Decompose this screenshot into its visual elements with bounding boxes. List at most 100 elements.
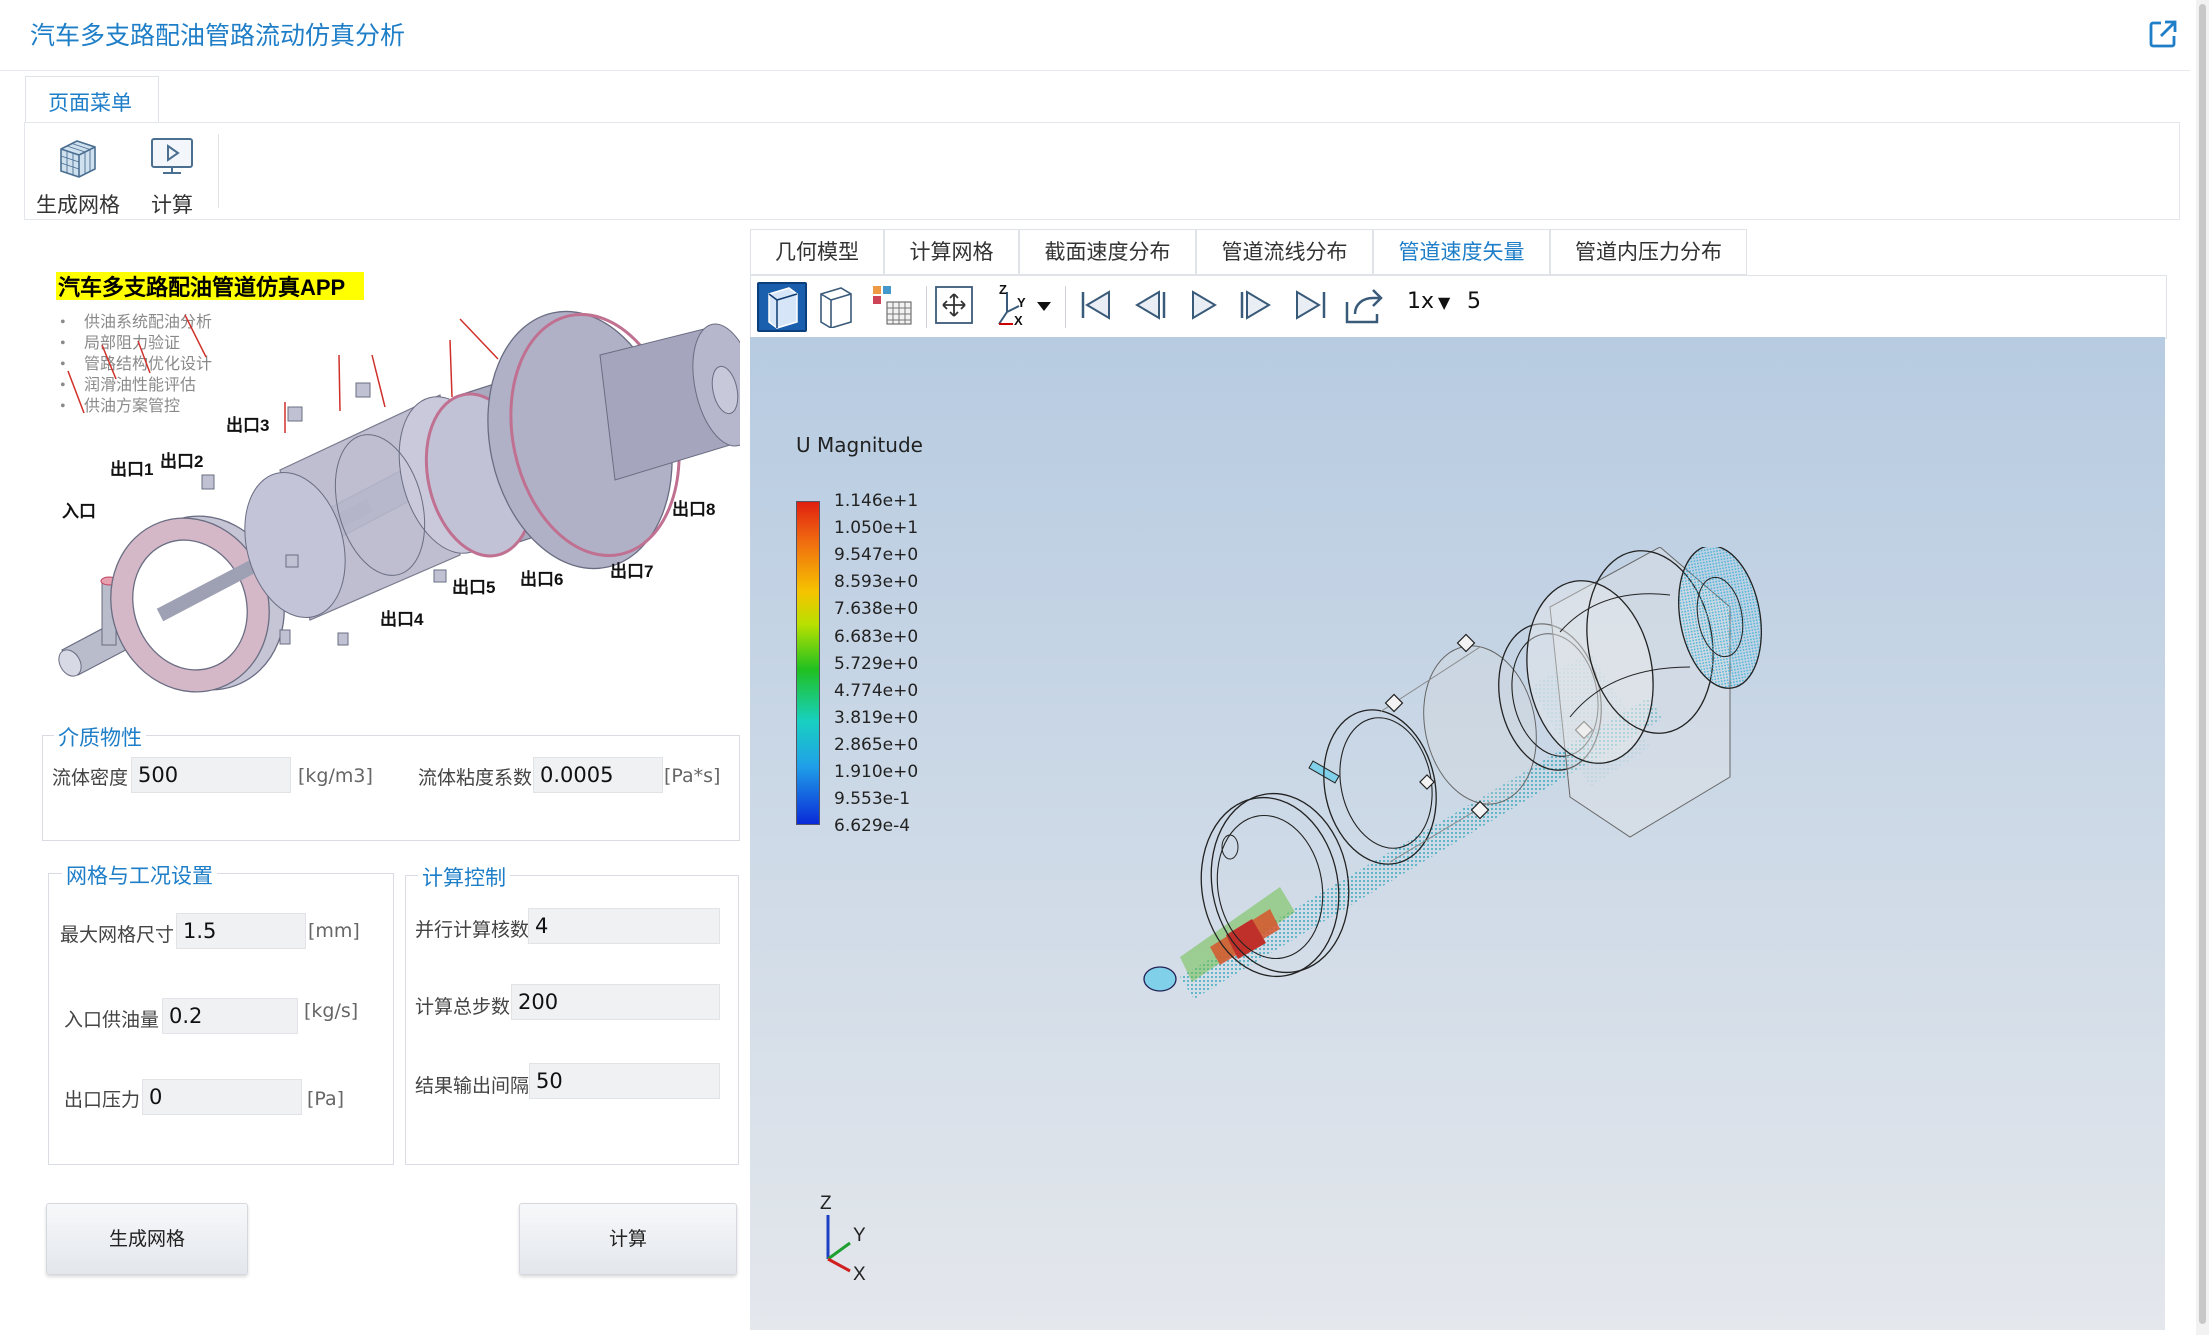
- play-icon: [1192, 290, 1217, 320]
- generate-mesh-button[interactable]: 生成网格: [46, 1203, 248, 1275]
- last-frame-button[interactable]: [1287, 282, 1337, 332]
- label-outlet-8: 出口8: [672, 499, 715, 519]
- compute-button[interactable]: 计算: [519, 1203, 737, 1275]
- svg-text:X: X: [1014, 313, 1023, 328]
- legend-label: 9.547e+0: [834, 545, 919, 566]
- axis-triad-icon: Z Y X: [998, 282, 1051, 328]
- ribbon-compute-button[interactable]: 计算: [127, 131, 217, 217]
- tab-mesh[interactable]: 计算网格: [884, 229, 1019, 275]
- svg-text:•: •: [60, 314, 66, 331]
- label-outlet-7: 出口7: [610, 561, 653, 581]
- svg-text:•: •: [60, 377, 66, 394]
- outlet-pressure-label: 出口压力: [64, 1089, 141, 1111]
- first-frame-button[interactable]: [1073, 282, 1123, 332]
- max-mesh-unit: [mm]: [308, 920, 360, 942]
- viscosity-label: 流体粘度系数: [418, 767, 533, 789]
- svg-text:•: •: [60, 398, 66, 415]
- tab-pressure[interactable]: 管道内压力分布: [1550, 229, 1747, 275]
- mesh-grid-icon: [873, 286, 912, 325]
- axis-orientation-dropdown[interactable]: Z Y X: [987, 282, 1061, 332]
- svg-text:X: X: [853, 1264, 866, 1285]
- mesh-settings-title: 网格与工况设置: [62, 860, 217, 890]
- share-export-icon: [1345, 289, 1383, 324]
- inlet-flow-label: 入口供油量: [64, 1009, 160, 1031]
- compute-monitor-icon: [151, 138, 193, 174]
- outlet-pressure-input[interactable]: 0: [142, 1079, 302, 1115]
- intro-bullet: 管路结构优化设计: [84, 355, 212, 373]
- tab-streamlines[interactable]: 管道流线分布: [1196, 229, 1373, 275]
- open-external-icon[interactable]: [2147, 18, 2179, 50]
- mesh-view-button[interactable]: [869, 282, 919, 332]
- svg-text:Z: Z: [999, 282, 1007, 297]
- tab-page-menu[interactable]: 页面菜单: [25, 76, 159, 123]
- skip-last-icon: [1296, 290, 1326, 320]
- svg-text:Z: Z: [820, 1193, 832, 1214]
- svg-text:Y: Y: [853, 1225, 866, 1246]
- outlet-pressure-unit: [Pa]: [307, 1088, 345, 1110]
- chevron-down-icon: ▼: [1438, 293, 1451, 312]
- max-mesh-label: 最大网格尺寸: [60, 924, 175, 946]
- cores-label: 并行计算核数: [415, 919, 530, 941]
- fit-to-screen-icon: [935, 286, 973, 324]
- intro-bullet: 润滑油性能评估: [84, 376, 196, 394]
- svg-text:•: •: [60, 356, 66, 373]
- cores-input[interactable]: 4: [528, 908, 720, 944]
- color-legend-bar: [796, 501, 820, 825]
- intro-bullet: 供油系统配油分析: [84, 313, 212, 331]
- output-interval-input[interactable]: 50: [529, 1063, 720, 1099]
- page-scrollbar[interactable]: [2196, 0, 2209, 1335]
- play-button[interactable]: [1179, 282, 1229, 332]
- surface-cube-icon: [768, 287, 798, 329]
- playback-speed-dropdown[interactable]: 1x ▼: [1407, 289, 1450, 314]
- fit-view-button[interactable]: [931, 282, 981, 332]
- tab-geometry[interactable]: 几何模型: [750, 229, 884, 275]
- density-input[interactable]: 500: [131, 757, 291, 793]
- legend-label: 1.146e+1: [834, 491, 919, 511]
- surface-view-button[interactable]: [757, 282, 807, 332]
- intro-title: 汽车多支路配油管道仿真APP: [58, 275, 345, 300]
- velocity-vector-model: [1143, 547, 1762, 999]
- legend-label: 5.729e+0: [834, 653, 919, 674]
- total-steps-label: 计算总步数: [415, 996, 511, 1018]
- output-interval-label: 结果输出间隔: [415, 1075, 530, 1097]
- legend-label: 9.553e-1: [834, 789, 911, 810]
- legend-label: 4.774e+0: [834, 680, 919, 701]
- label-inlet: 入口: [62, 502, 96, 521]
- step-back-icon: [1135, 290, 1166, 320]
- wireframe-cube-icon: [820, 287, 852, 329]
- density-unit: [kg/m3]: [298, 765, 373, 787]
- calc-control-title: 计算控制: [418, 862, 510, 892]
- ribbon-divider: [218, 134, 219, 208]
- loop-export-button[interactable]: [1341, 282, 1391, 332]
- app-title: 汽车多支路配油管路流动仿真分析: [30, 21, 406, 50]
- legend-label: 7.638e+0: [834, 599, 919, 620]
- total-steps-input[interactable]: 200: [511, 984, 720, 1020]
- inlet-flow-input[interactable]: 0.2: [162, 998, 298, 1034]
- tab-velocity-vectors[interactable]: 管道速度矢量: [1373, 229, 1550, 275]
- viscosity-unit: [Pa*s]: [664, 765, 721, 787]
- intro-bullet: 局部阻力验证: [84, 334, 180, 352]
- frame-number: 5: [1467, 289, 1481, 314]
- medium-properties-title: 介质物性: [54, 722, 146, 752]
- legend-label: 1.910e+0: [834, 762, 919, 782]
- legend-label: 1.050e+1: [834, 518, 919, 539]
- wireframe-view-button[interactable]: [813, 282, 863, 332]
- ribbon-mesh-button[interactable]: 生成网格: [33, 131, 123, 217]
- skip-first-icon: [1081, 290, 1110, 320]
- 3d-viewport[interactable]: U Magnitude 1.146e+1 1.050e+1 9.547e+0 8.59…: [750, 337, 2165, 1330]
- tab-section-velocity[interactable]: 截面速度分布: [1019, 229, 1196, 275]
- axis-triad: Z Y X: [820, 1193, 866, 1285]
- density-label: 流体密度: [52, 767, 129, 789]
- chevron-down-icon: [1037, 302, 1051, 311]
- label-outlet-3: 出口3: [226, 415, 269, 435]
- inlet-flow-unit: [kg/s]: [304, 1000, 359, 1022]
- viscosity-input[interactable]: 0.0005: [533, 757, 663, 793]
- svg-text:•: •: [60, 335, 66, 352]
- svg-text:Y: Y: [1017, 295, 1026, 310]
- legend-label: 2.865e+0: [834, 734, 919, 755]
- label-outlet-2: 出口2: [160, 451, 203, 471]
- step-forward-icon: [1240, 290, 1271, 320]
- previous-frame-button[interactable]: [1127, 282, 1177, 332]
- max-mesh-input[interactable]: 1.5: [176, 913, 306, 949]
- next-frame-button[interactable]: [1233, 282, 1283, 332]
